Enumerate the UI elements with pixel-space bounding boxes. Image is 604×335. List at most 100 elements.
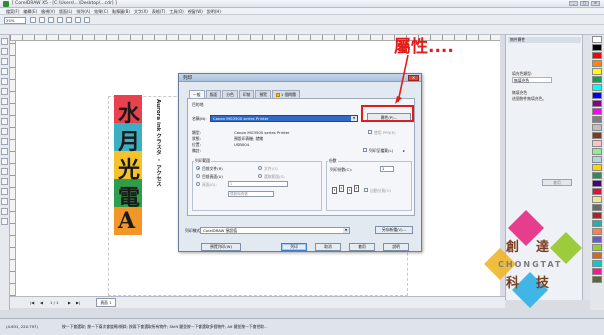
range-selection-radio[interactable] [258,174,262,178]
basic-shapes-tool-icon[interactable] [1,128,8,135]
palette-swatch[interactable] [592,124,602,131]
palette-swatch[interactable] [592,68,602,75]
outline-tool-icon[interactable] [1,198,8,205]
range-documents-radio[interactable] [258,166,262,170]
tab-preview[interactable]: 預覽 [255,90,271,98]
palette-swatch[interactable] [592,60,602,67]
palette-swatch[interactable] [592,188,602,195]
palette-swatch[interactable] [592,92,602,99]
range-pages-radio[interactable] [196,182,200,186]
zoom-width-icon[interactable] [75,17,81,23]
tab-separations[interactable]: 分色 [222,90,238,98]
range-current-page-radio[interactable] [196,174,200,178]
polygon-tool-icon[interactable] [1,118,8,125]
print-style-select[interactable]: CorelDRAW 預設值 ▼ [200,227,350,234]
print-preview-button[interactable]: 預覽列印(W) [201,243,241,251]
palette-swatch[interactable] [592,196,602,203]
menu-file[interactable]: 檔案(F) [6,8,19,14]
shape-tool-icon[interactable] [1,48,8,55]
dialog-close-icon[interactable]: × [408,75,419,81]
page-next-icon[interactable]: ▶ [68,300,71,305]
print-to-file-checkbox[interactable] [363,148,367,152]
palette-swatch[interactable] [592,36,602,43]
zoom-all-icon[interactable] [57,17,63,23]
palette-swatch[interactable] [592,140,602,147]
palette-swatch[interactable] [592,132,602,139]
menu-layout[interactable]: 版面(L) [59,8,72,14]
apply-button[interactable]: 套用 [349,243,375,251]
palette-swatch[interactable] [592,172,602,179]
page-prev-icon[interactable]: ◀ [40,300,43,305]
menu-help[interactable]: 說明(H) [207,8,221,14]
eyedropper-tool-icon[interactable] [1,188,8,195]
dimension-tool-icon[interactable] [1,158,8,165]
menu-tools[interactable]: 工具(O) [169,8,183,14]
crop-tool-icon[interactable] [1,58,8,65]
palette-swatch[interactable] [592,108,602,115]
interactive-fill-tool-icon[interactable] [1,218,8,225]
tab-prepress[interactable]: 印前 [238,90,255,98]
copies-stepper[interactable]: 1 [380,166,394,172]
even-odd-select[interactable]: 偶數與奇數 [228,191,274,197]
print-button[interactable]: 列印 [281,243,307,251]
tab-issues-label: 1 個問題 [280,92,296,97]
rectangle-tool-icon[interactable] [1,98,8,105]
table-tool-icon[interactable] [1,148,8,155]
help-button[interactable]: 說明 [383,243,409,251]
maximize-icon[interactable]: □ [580,1,589,6]
zoom-level-field[interactable]: 25% [4,17,26,24]
palette-swatch[interactable] [592,100,602,107]
menu-edit[interactable]: 編輯(E) [23,8,37,14]
palette-swatch[interactable] [592,84,602,91]
menu-window[interactable]: 視窗(W) [188,8,203,14]
palette-swatch[interactable] [592,148,602,155]
page-tab-1[interactable]: 頁面 1 [96,298,116,307]
printer-select[interactable]: Canon MG3500 series Printer ▼ [210,115,358,122]
print-to-file-arrow-icon[interactable]: ▸ [403,148,405,153]
docker-apply-button[interactable]: 套用 [542,179,572,186]
tab-layout[interactable]: 版面 [205,90,222,98]
zoom-selected-icon[interactable] [48,17,54,23]
zoom-out-icon[interactable] [39,17,45,23]
palette-swatch[interactable] [592,164,602,171]
palette-swatch[interactable] [592,156,602,163]
collate-checkbox[interactable] [364,188,368,192]
tab-issues[interactable]: 1 個問題 [271,90,300,98]
page-last-icon[interactable]: ▶| [76,300,80,305]
pages-input[interactable]: 1 [228,181,288,187]
smart-fill-tool-icon[interactable] [1,88,8,95]
menu-effects[interactable]: 效果(C) [94,8,108,14]
menu-text[interactable]: 文字(X) [134,8,148,14]
blend-tool-icon[interactable] [1,178,8,185]
palette-swatch[interactable] [592,52,602,59]
close-icon[interactable]: × [591,1,600,6]
minimize-icon[interactable]: _ [569,1,578,6]
zoom-in-icon[interactable] [30,17,36,23]
zoom-page-icon[interactable] [66,17,72,23]
pick-tool-icon[interactable] [1,38,8,45]
cancel-button[interactable]: 取消 [315,243,341,251]
menu-arrange[interactable]: 排列(A) [76,8,90,14]
freehand-tool-icon[interactable] [1,78,8,85]
palette-swatch[interactable] [592,116,602,123]
printer-name-label: 名稱(N): [192,116,207,121]
palette-swatch[interactable] [592,44,602,51]
page-first-icon[interactable]: |◀ [30,300,34,305]
palette-swatch[interactable] [592,180,602,187]
menu-table[interactable]: 表格(T) [152,8,166,14]
ellipse-tool-icon[interactable] [1,108,8,115]
connector-tool-icon[interactable] [1,168,8,175]
menu-bitmaps[interactable]: 點陣圖(B) [112,8,130,14]
menu-view[interactable]: 檢視(V) [41,8,55,14]
zoom-height-icon[interactable] [84,17,90,23]
range-current-document-radio[interactable] [196,166,200,170]
save-as-button[interactable]: 另存新檔(V)... [375,226,413,234]
palette-swatch[interactable] [592,76,602,83]
fill-tool-icon[interactable] [1,208,8,215]
zoom-tool-icon[interactable] [1,68,8,75]
use-ppd-checkbox[interactable] [368,130,372,134]
fill-type-select[interactable]: 無填充色 [512,77,552,83]
text-tool-icon[interactable] [1,138,8,145]
print-dialog: 列印 × 一般 版面 分色 印前 預覽 1 個問題 目的地 名稱(N): Can… [178,73,422,252]
artwork-strip[interactable]: 水 月 光 電 A Aurora ink クラスタ ・ アクセス [114,95,180,235]
